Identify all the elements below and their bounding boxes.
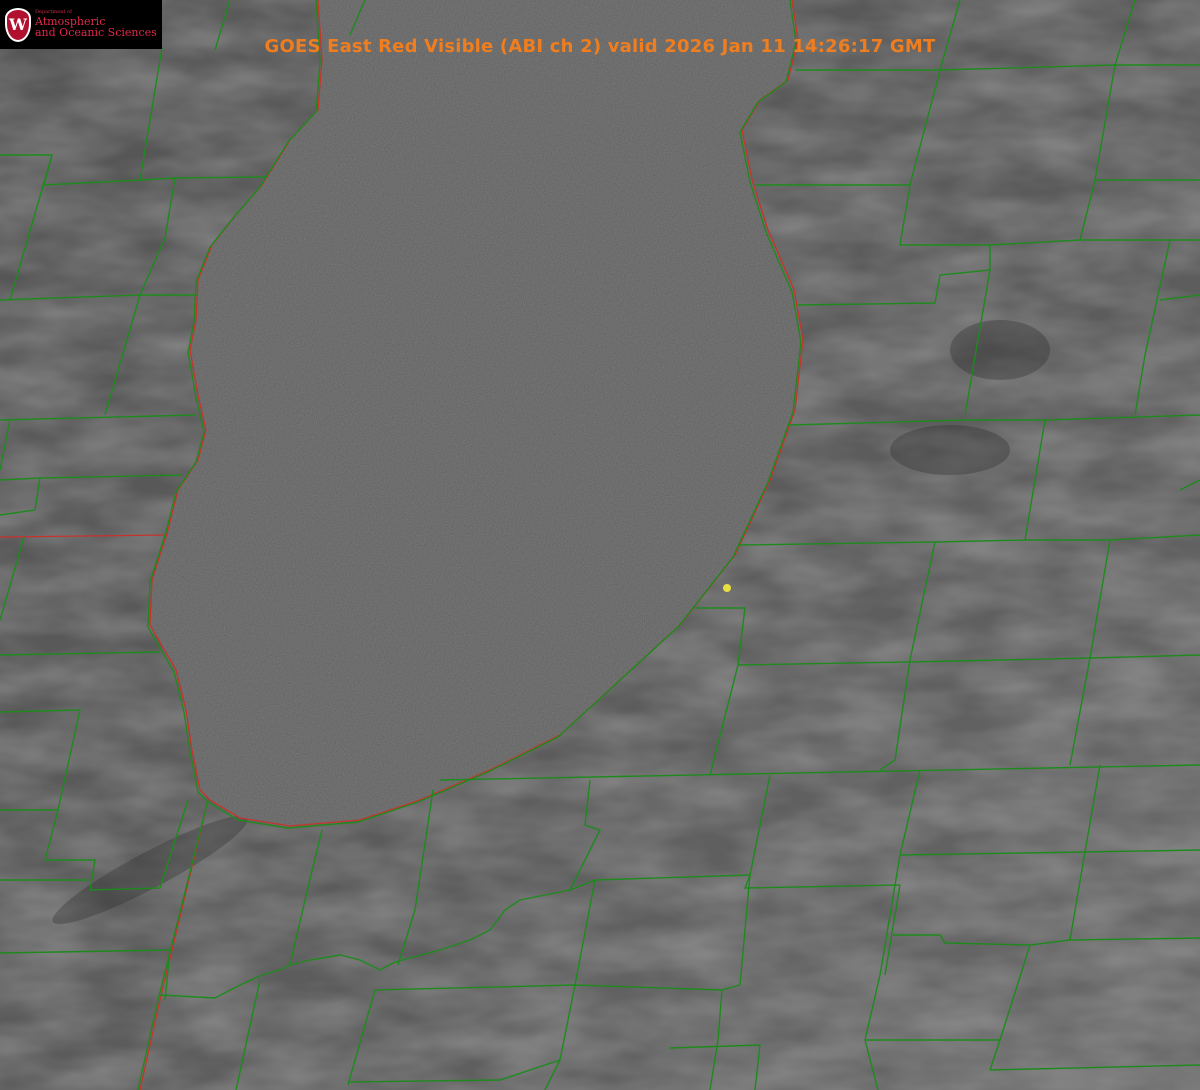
satellite-map	[0, 0, 1200, 1090]
satellite-image: W Department of Atmospheric and Oceanic …	[0, 0, 1200, 1090]
station-marker	[723, 584, 731, 592]
image-title: GOES East Red Visible (ABI ch 2) valid 2…	[264, 36, 936, 57]
logo-text: Department of Atmospheric and Oceanic Sc…	[35, 10, 157, 39]
